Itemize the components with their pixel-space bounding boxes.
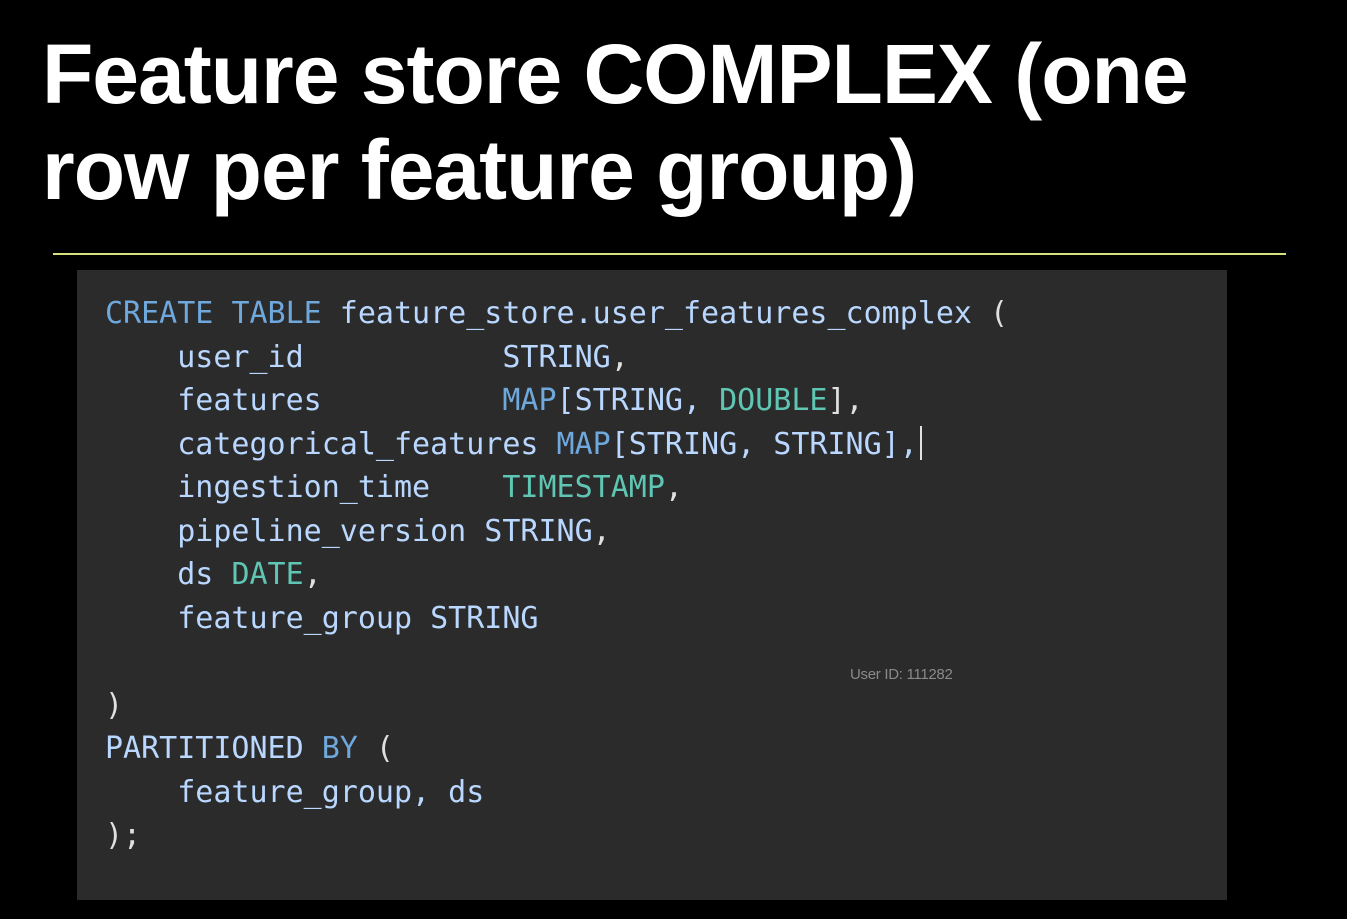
code-line: features MAP[STRING, DOUBLE],: [105, 379, 1008, 423]
code-line: user_id STRING,: [105, 336, 1008, 380]
code-token: STRING: [502, 339, 611, 375]
code-token: CREATE: [105, 296, 214, 331]
code-line: );: [105, 814, 1008, 858]
code-token: PARTITIONED: [105, 731, 304, 766]
code-line: feature_group STRING: [105, 597, 1008, 641]
code-token: DATE: [231, 557, 304, 592]
code-token: ,: [610, 339, 629, 375]
code-token: );: [105, 818, 142, 853]
code-line: PARTITIONED BY (: [105, 727, 1008, 771]
code-token: MAP: [502, 383, 557, 418]
code-token: ingestion_time: [105, 470, 503, 505]
code-line: categorical_features MAP[STRING, STRING]…: [105, 423, 1008, 467]
code-token: [STRING,: [556, 383, 720, 418]
code-line: ): [105, 684, 1008, 728]
slide: Feature store COMPLEX (one row per featu…: [0, 0, 1347, 919]
code-token: ,: [664, 470, 683, 505]
code-line: ingestion_time TIMESTAMP,: [105, 466, 1008, 510]
code-panel[interactable]: CREATE TABLE feature_store.user_features…: [77, 270, 1227, 900]
title-divider: [53, 253, 1286, 255]
code-line: CREATE TABLE feature_store.user_features…: [105, 292, 1008, 336]
code-token: (: [357, 731, 394, 766]
code-token: ,: [592, 513, 611, 549]
code-token: BY: [321, 731, 358, 766]
slide-title: Feature store COMPLEX (one row per featu…: [42, 26, 1332, 218]
code-token: ],: [827, 383, 864, 418]
code-token: STRING: [484, 513, 593, 549]
sql-code-block[interactable]: CREATE TABLE feature_store.user_features…: [105, 292, 1008, 858]
code-token: user_id: [105, 339, 503, 375]
code-token: MAP: [556, 426, 611, 462]
code-token: ,: [303, 557, 322, 592]
code-line: ds DATE,: [105, 553, 1008, 597]
code-token: feature_store.user_features_complex: [321, 296, 991, 331]
code-token: ds: [105, 557, 232, 592]
code-token: TABLE: [231, 296, 322, 331]
code-token: [STRING, STRING],: [610, 426, 918, 462]
code-token: TIMESTAMP: [502, 470, 665, 505]
code-token: feature_group STRING: [105, 600, 539, 636]
code-line: feature_group, ds: [105, 771, 1008, 815]
code-token: features: [105, 383, 503, 418]
code-token: (: [990, 296, 1009, 331]
code-token: ): [105, 687, 124, 723]
code-token: DOUBLE: [719, 383, 828, 418]
code-token: feature_group, ds: [105, 774, 485, 810]
slide-title-line-2: row per feature group): [42, 123, 917, 217]
text-cursor: [919, 425, 922, 460]
code-line: pipeline_version STRING,: [105, 510, 1008, 554]
code-token: pipeline_version: [105, 513, 485, 549]
slide-title-line-1: Feature store COMPLEX (one: [42, 27, 1189, 121]
code-token: categorical_features: [105, 426, 557, 462]
user-id-watermark: User ID: 111282: [850, 666, 953, 683]
